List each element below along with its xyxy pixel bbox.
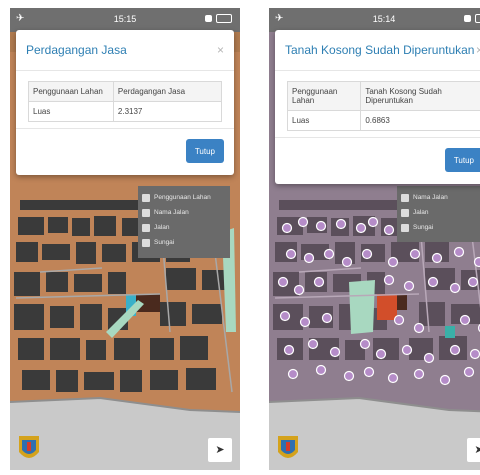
attribute-table: Penggunaan Lahan Tanah Kosong Sudah Dipe… [286, 81, 480, 131]
map-marker-icon[interactable] [431, 252, 443, 264]
layer-item[interactable]: Nama Jalan [401, 190, 480, 205]
battery-icon [475, 14, 480, 23]
layer-control-panel: Penggunaan Lahan Nama Jalan Jalan Sungai [138, 186, 230, 258]
close-button[interactable]: Tutup [444, 148, 480, 172]
table-cell-key: Luas [28, 101, 114, 122]
map-marker-icon[interactable] [383, 274, 395, 286]
left-phone-screen: ✈ 15:15 Penggunaan Lahan Nama Jalan Jala… [10, 8, 240, 470]
map-marker-icon[interactable] [307, 338, 319, 350]
table-row: Penggunaan Lahan Perdagangan Jasa [28, 81, 223, 102]
table-cell-value: 2.3137 [112, 101, 223, 122]
layer-item[interactable]: Jalan [401, 205, 480, 220]
map-marker-icon[interactable] [299, 316, 311, 328]
checkbox-icon [401, 193, 409, 202]
alarm-icon [205, 15, 212, 22]
map-marker-icon[interactable] [387, 372, 399, 384]
table-cell-value: 0.6863 [360, 110, 480, 131]
map-marker-icon[interactable] [303, 252, 315, 264]
map-marker-icon[interactable] [287, 368, 299, 380]
status-bar: ✈ 15:15 [10, 8, 240, 32]
checkbox-icon [142, 238, 150, 247]
map-marker-icon[interactable] [367, 216, 379, 228]
map-marker-icon[interactable] [363, 366, 375, 378]
map-marker-icon[interactable] [467, 276, 479, 288]
city-emblem-icon [278, 436, 298, 458]
map-marker-icon[interactable] [341, 256, 353, 268]
status-time: 15:14 [372, 14, 396, 24]
map-marker-icon[interactable] [401, 344, 413, 356]
layer-item[interactable]: Nama Jalan [142, 205, 226, 220]
map-marker-icon[interactable] [323, 248, 335, 260]
map-marker-icon[interactable] [361, 248, 373, 260]
map-marker-icon[interactable] [409, 248, 421, 260]
layer-item[interactable]: Penggunaan Lahan [142, 190, 226, 205]
checkbox-icon [142, 208, 150, 217]
right-phone-screen: ✈ 15:14 Nama Jalan Jalan Sungai Tanah Ko… [269, 8, 480, 470]
map-marker-icon[interactable] [315, 220, 327, 232]
attribute-table: Penggunaan Lahan Perdagangan Jasa Luas 2… [28, 81, 223, 122]
map-marker-icon[interactable] [355, 222, 367, 234]
table-row: Luas 0.6863 [286, 110, 480, 131]
checkbox-icon [142, 223, 150, 232]
table-cell-value: Perdagangan Jasa [112, 81, 223, 102]
map-marker-icon[interactable] [313, 276, 325, 288]
map-marker-icon[interactable] [463, 366, 475, 378]
map-marker-icon[interactable] [375, 348, 387, 360]
modal-title: Perdagangan Jasa [26, 43, 127, 57]
map-marker-icon[interactable] [283, 344, 295, 356]
city-emblem-icon [19, 436, 39, 458]
table-cell-key: Luas [286, 110, 362, 131]
layer-item[interactable]: Jalan [142, 220, 226, 235]
map-marker-icon[interactable] [459, 314, 471, 326]
map-marker-icon[interactable] [335, 218, 347, 230]
map-marker-icon[interactable] [285, 248, 297, 260]
table-cell-key: Penggunaan Lahan [286, 81, 362, 111]
info-modal: Perdagangan Jasa × Penggunaan Lahan Perd… [16, 30, 234, 175]
map-marker-icon[interactable] [329, 346, 341, 358]
table-row: Penggunaan Lahan Tanah Kosong Sudah Dipe… [286, 81, 480, 111]
table-cell-key: Penggunaan Lahan [28, 81, 114, 102]
map-marker-icon[interactable] [423, 352, 435, 364]
map-marker-icon[interactable] [293, 284, 305, 296]
map-marker-icon[interactable] [439, 374, 451, 386]
map-marker-icon[interactable] [453, 246, 465, 258]
map-marker-icon[interactable] [281, 222, 293, 234]
map-marker-icon[interactable] [321, 312, 333, 324]
battery-icon [216, 14, 232, 23]
map-marker-icon[interactable] [315, 364, 327, 376]
layer-control-panel: Nama Jalan Jalan Sungai [397, 186, 480, 242]
navigation-arrow-icon[interactable]: ➤ [208, 438, 232, 462]
table-cell-value: Tanah Kosong Sudah Diperuntukan [360, 81, 480, 111]
map-marker-icon[interactable] [473, 256, 480, 268]
checkbox-icon [401, 223, 409, 232]
table-row: Luas 2.3137 [28, 101, 223, 122]
map-marker-icon[interactable] [413, 368, 425, 380]
map-marker-icon[interactable] [297, 216, 309, 228]
map-marker-icon[interactable] [469, 348, 480, 360]
map-marker-icon[interactable] [449, 344, 461, 356]
map-marker-icon[interactable] [343, 370, 355, 382]
layer-item[interactable]: Sungai [142, 235, 226, 250]
checkbox-icon [401, 208, 409, 217]
map-marker-icon[interactable] [383, 224, 395, 236]
close-icon[interactable]: × [217, 30, 224, 70]
map-marker-icon[interactable] [393, 314, 405, 326]
map-marker-icon[interactable] [403, 280, 415, 292]
map-marker-icon[interactable] [277, 276, 289, 288]
navigation-arrow-icon[interactable]: ➤ [467, 438, 480, 462]
modal-title: Tanah Kosong Sudah Diperuntukan [285, 43, 475, 57]
map-marker-icon[interactable] [449, 282, 461, 294]
map-marker-icon[interactable] [279, 310, 291, 322]
alarm-icon [464, 15, 471, 22]
map-marker-icon[interactable] [427, 276, 439, 288]
info-modal: Tanah Kosong Sudah Diperuntukan × Penggu… [275, 30, 480, 184]
map-marker-icon[interactable] [413, 322, 425, 334]
layer-item[interactable]: Sungai [401, 220, 480, 235]
map-marker-icon[interactable] [387, 256, 399, 268]
map-marker-icon[interactable] [359, 338, 371, 350]
close-button[interactable]: Tutup [185, 139, 224, 163]
status-bar: ✈ 15:14 [269, 8, 480, 32]
checkbox-icon [142, 193, 150, 202]
close-icon[interactable]: × [476, 30, 480, 70]
